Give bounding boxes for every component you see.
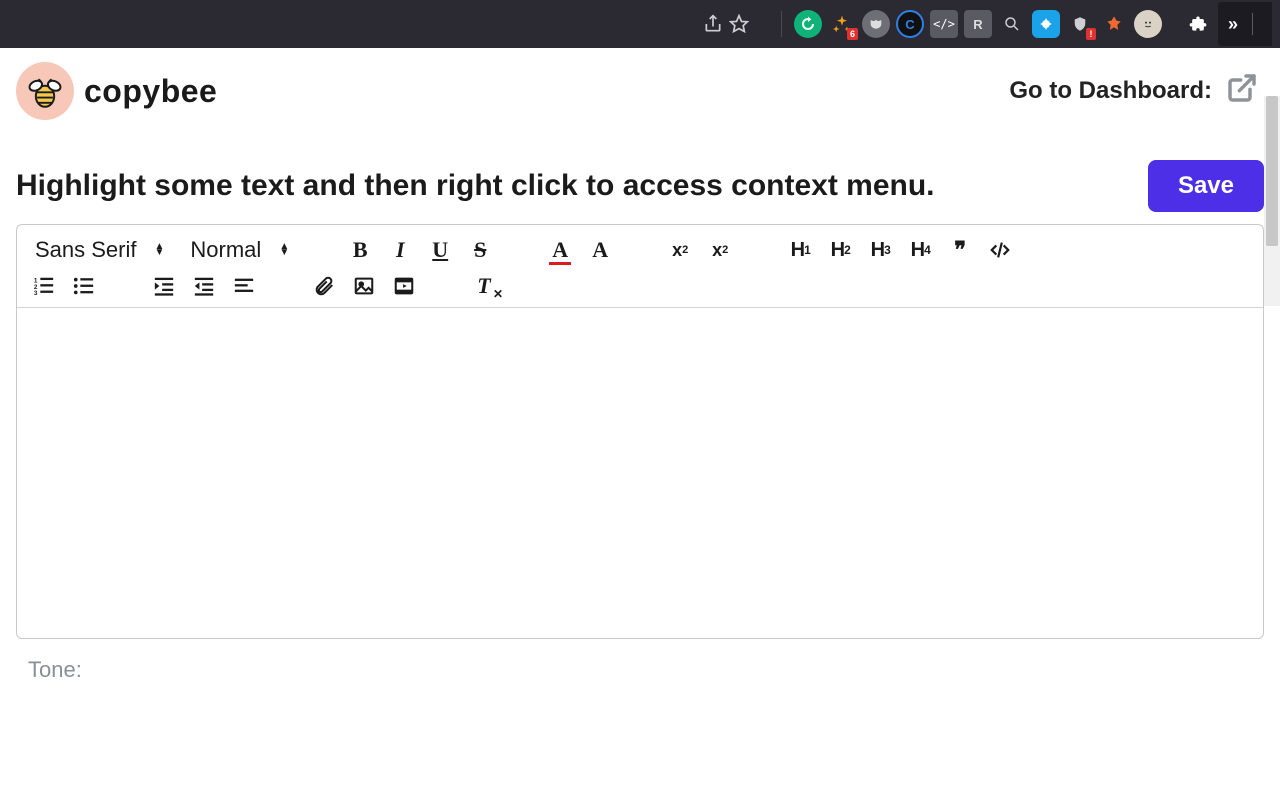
- font-family-dropdown[interactable]: Sans Serif ▲▼: [31, 235, 168, 265]
- bee-logo-icon: [16, 62, 74, 120]
- instruction-row: Highlight some text and then right click…: [0, 130, 1280, 220]
- extension-mask-icon[interactable]: [862, 10, 890, 38]
- extension-alert-badge: !: [1086, 28, 1096, 40]
- image-button[interactable]: [351, 273, 377, 299]
- font-family-value: Sans Serif: [35, 237, 137, 263]
- rich-text-editor: Sans Serif ▲▼ Normal ▲▼ B I U S A: [16, 224, 1264, 639]
- heading1-button[interactable]: H1: [787, 237, 813, 263]
- instruction-text: Highlight some text and then right click…: [16, 168, 935, 204]
- extension-circle-icon[interactable]: C: [896, 10, 924, 38]
- scrollbar-thumb[interactable]: [1266, 96, 1278, 246]
- star-icon[interactable]: [729, 14, 749, 34]
- blockquote-button[interactable]: ❞: [947, 237, 973, 263]
- code-block-button[interactable]: [987, 237, 1013, 263]
- caret-icon: ▲▼: [155, 244, 165, 256]
- align-button[interactable]: [231, 273, 257, 299]
- caret-icon: ▲▼: [279, 244, 289, 256]
- scrollbar-track[interactable]: [1264, 96, 1280, 306]
- tone-label: Tone:: [28, 657, 82, 682]
- unordered-list-button[interactable]: [71, 273, 97, 299]
- extension-blue-icon[interactable]: [1032, 10, 1060, 38]
- brand-name: copybee: [84, 73, 217, 110]
- superscript-button[interactable]: x2: [667, 237, 693, 263]
- chrome-separator: [781, 11, 782, 37]
- panel-header: copybee Go to Dashboard:: [0, 48, 1280, 130]
- extensions-overflow-button[interactable]: »: [1218, 2, 1272, 46]
- dashboard-link[interactable]: Go to Dashboard:: [1009, 72, 1258, 111]
- browser-chrome-bar: 6 C </> R ! »: [0, 0, 1280, 48]
- italic-button[interactable]: I: [387, 237, 413, 263]
- bold-button[interactable]: B: [347, 237, 373, 263]
- extension-grammarly-icon[interactable]: [794, 10, 822, 38]
- strikethrough-button[interactable]: S: [467, 237, 493, 263]
- extension-react-icon[interactable]: R: [964, 10, 992, 38]
- app-panel: copybee Go to Dashboard: Highlight some …: [0, 48, 1280, 701]
- extension-search-icon[interactable]: [998, 10, 1026, 38]
- editor-content-area[interactable]: [17, 308, 1263, 638]
- underline-button[interactable]: U: [427, 237, 453, 263]
- font-size-value: Normal: [190, 237, 261, 263]
- tone-row: Tone:: [0, 639, 1280, 701]
- external-link-icon: [1226, 72, 1258, 111]
- editor-toolbar: Sans Serif ▲▼ Normal ▲▼ B I U S A: [17, 225, 1263, 308]
- extensions-puzzle-icon[interactable]: [1188, 14, 1208, 34]
- text-color-button[interactable]: A: [547, 237, 573, 263]
- indent-button[interactable]: [191, 273, 217, 299]
- clear-formatting-button[interactable]: T✕: [471, 273, 497, 299]
- extension-orange-icon[interactable]: [1100, 10, 1128, 38]
- extension-code-icon[interactable]: </>: [930, 10, 958, 38]
- extension-face-icon[interactable]: [1134, 10, 1162, 38]
- heading4-button[interactable]: H4: [907, 237, 933, 263]
- svg-text:3: 3: [34, 290, 38, 297]
- subscript-button[interactable]: x2: [707, 237, 733, 263]
- extension-spark-icon[interactable]: 6: [828, 10, 856, 38]
- ordered-list-button[interactable]: 123: [31, 273, 57, 299]
- share-icon[interactable]: [703, 14, 723, 34]
- heading3-button[interactable]: H3: [867, 237, 893, 263]
- brand: copybee: [16, 62, 217, 120]
- heading2-button[interactable]: H2: [827, 237, 853, 263]
- font-size-dropdown[interactable]: Normal ▲▼: [186, 235, 293, 265]
- save-button[interactable]: Save: [1148, 160, 1264, 212]
- attachment-button[interactable]: [311, 273, 337, 299]
- video-button[interactable]: [391, 273, 417, 299]
- highlight-color-button[interactable]: A: [587, 237, 613, 263]
- outdent-button[interactable]: [151, 273, 177, 299]
- extension-shield-icon[interactable]: !: [1066, 10, 1094, 38]
- extension-badge: 6: [847, 28, 858, 40]
- dashboard-link-label: Go to Dashboard:: [1009, 77, 1212, 105]
